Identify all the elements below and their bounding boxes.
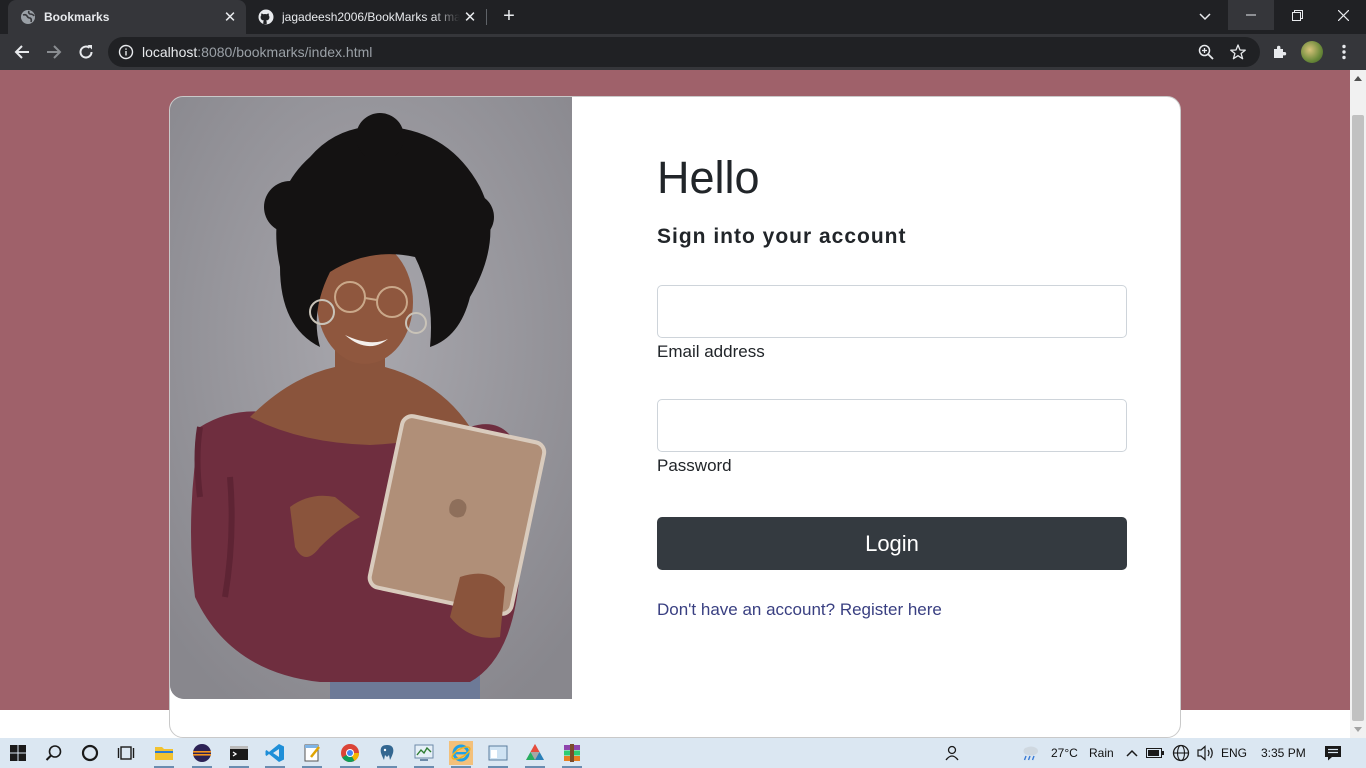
notepad-icon[interactable] <box>300 741 324 768</box>
reload-icon[interactable] <box>72 38 100 66</box>
file-explorer-icon[interactable] <box>152 741 176 768</box>
windows-start-icon[interactable] <box>6 741 30 765</box>
address-bar[interactable]: localhost:8080/bookmarks/index.html <box>108 37 1260 67</box>
eclipse-icon[interactable] <box>190 741 214 768</box>
bookmark-star-icon[interactable] <box>1230 44 1246 60</box>
woman-with-tablet-image <box>170 97 572 699</box>
more-menu-icon[interactable] <box>1334 42 1354 62</box>
input-language[interactable]: ENG <box>1221 746 1247 760</box>
github-icon <box>258 9 274 25</box>
close-tab-icon[interactable]: ✕ <box>220 7 240 27</box>
cortana-icon[interactable] <box>78 741 102 765</box>
page-viewport: Hello Sign into your account Email addre… <box>0 70 1350 738</box>
app-window-icon[interactable] <box>486 741 510 768</box>
minimize-button[interactable] <box>1228 0 1274 30</box>
weather-condition[interactable]: Rain <box>1089 746 1114 760</box>
weather-temperature[interactable]: 27°C <box>1051 746 1078 760</box>
login-card: Hello Sign into your account Email addre… <box>169 96 1181 738</box>
tab-title: Bookmarks <box>44 10 110 24</box>
tab-search-chevron-icon[interactable] <box>1194 6 1216 28</box>
chrome-icon[interactable] <box>338 741 362 768</box>
email-field[interactable] <box>657 285 1127 338</box>
site-info-icon[interactable] <box>118 44 134 60</box>
volume-icon[interactable] <box>1194 741 1218 765</box>
browser-toolbar: localhost:8080/bookmarks/index.html <box>0 34 1366 70</box>
scrollbar-thumb[interactable] <box>1352 115 1364 721</box>
vscode-icon[interactable] <box>263 741 287 768</box>
url-path: :8080/bookmarks/index.html <box>197 44 373 60</box>
tab-github[interactable]: jagadeesh2006/BookMarks at main ✕ <box>248 0 486 34</box>
tab-title: jagadeesh2006/BookMarks at main <box>282 10 460 24</box>
profile-avatar[interactable] <box>1301 41 1323 63</box>
network-globe-icon[interactable] <box>1169 741 1193 765</box>
people-icon[interactable] <box>940 741 964 765</box>
internet-explorer-icon[interactable] <box>449 741 473 768</box>
login-button[interactable]: Login <box>657 517 1127 570</box>
scroll-up-arrow-icon[interactable] <box>1354 76 1362 81</box>
command-prompt-icon[interactable] <box>227 741 251 768</box>
search-icon[interactable] <box>42 741 66 765</box>
form-subtitle: Sign into your account <box>657 225 907 248</box>
scroll-down-arrow-icon[interactable] <box>1354 727 1362 732</box>
tab-divider <box>486 9 487 25</box>
url-host: localhost <box>142 44 198 60</box>
tab-bookmarks[interactable]: Bookmarks ✕ <box>8 0 246 34</box>
task-view-icon[interactable] <box>114 741 138 765</box>
register-link[interactable]: Don't have an account? Register here <box>657 600 942 620</box>
clock-time[interactable]: 3:35 PM <box>1261 746 1306 760</box>
postgresql-icon[interactable] <box>375 741 399 768</box>
url-text: localhost:8080/bookmarks/index.html <box>142 44 372 60</box>
winrar-icon[interactable] <box>560 741 584 768</box>
chevron-up-icon[interactable] <box>1120 741 1144 765</box>
activity-monitor-icon[interactable] <box>412 741 436 768</box>
rain-weather-icon[interactable] <box>1018 741 1042 765</box>
tab-strip: Bookmarks ✕ jagadeesh2006/BookMarks at m… <box>0 0 1366 34</box>
globe-icon <box>20 9 36 25</box>
restore-button[interactable] <box>1274 0 1320 30</box>
forward-arrow-icon[interactable] <box>40 38 68 66</box>
vertical-scrollbar[interactable] <box>1350 70 1366 738</box>
windows-taskbar: 27°C Rain ENG 3:35 PM <box>0 738 1366 768</box>
email-label: Email address <box>657 342 765 361</box>
notifications-icon[interactable] <box>1321 741 1345 765</box>
close-tab-icon[interactable]: ✕ <box>460 7 480 27</box>
password-label: Password <box>657 456 732 475</box>
gitkraken-icon[interactable] <box>523 741 547 768</box>
zoom-icon[interactable] <box>1198 44 1214 60</box>
new-tab-button[interactable]: + <box>498 6 520 28</box>
close-window-button[interactable] <box>1320 0 1366 30</box>
page-title: Hello <box>657 152 760 203</box>
extensions-puzzle-icon[interactable] <box>1270 42 1290 62</box>
password-field[interactable] <box>657 399 1127 452</box>
battery-icon[interactable] <box>1143 741 1167 765</box>
back-arrow-icon[interactable] <box>8 38 36 66</box>
